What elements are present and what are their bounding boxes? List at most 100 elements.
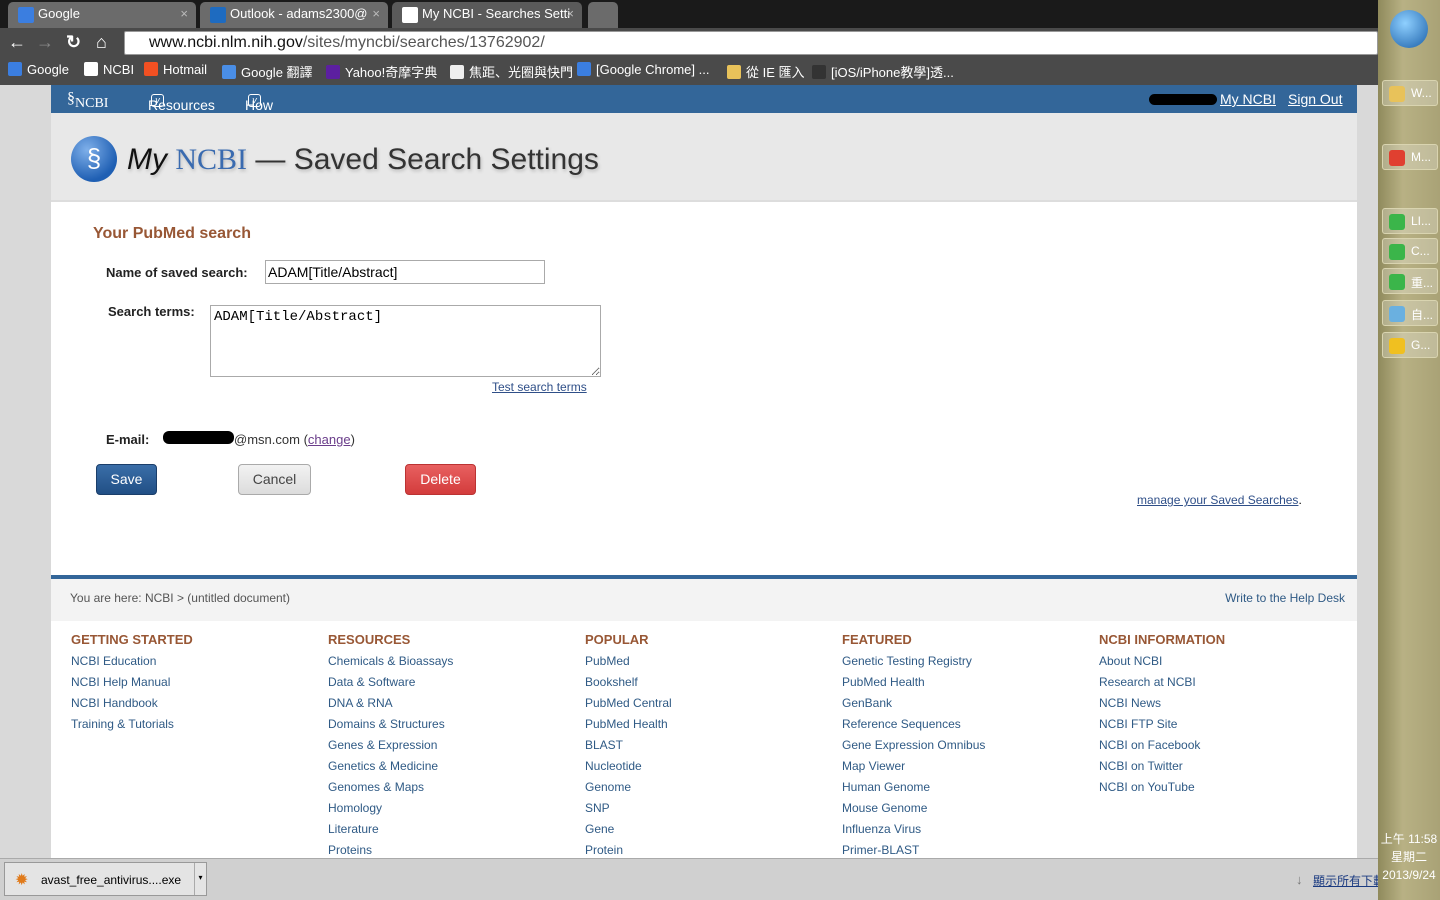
bookmark-item[interactable]: Google: [8, 62, 69, 77]
footer-link[interactable]: Genome: [585, 777, 672, 798]
close-icon[interactable]: ×: [566, 6, 574, 21]
footer-link[interactable]: NCBI Help Manual: [71, 672, 193, 693]
footer-link[interactable]: Chemicals & Bioassays: [328, 651, 453, 672]
footer-link[interactable]: GenBank: [842, 693, 985, 714]
clock[interactable]: 上午 11:58 星期二 2013/9/24: [1378, 830, 1440, 884]
footer-link[interactable]: Research at NCBI: [1099, 672, 1225, 693]
new-tab-button[interactable]: [588, 2, 618, 28]
close-icon[interactable]: ×: [180, 6, 188, 21]
footer-link[interactable]: Homology: [328, 798, 453, 819]
address-bar[interactable]: www.ncbi.nlm.nih.gov/sites/myncbi/search…: [124, 31, 1378, 55]
forward-icon[interactable]: →: [36, 32, 54, 53]
download-item[interactable]: ✹ avast_free_antivirus....exe ▾: [4, 862, 207, 896]
footer-link[interactable]: BLAST: [585, 735, 672, 756]
footer-link[interactable]: Genomes & Maps: [328, 777, 453, 798]
footer-link[interactable]: PubMed Health: [842, 672, 985, 693]
bookmark-icon: [222, 65, 236, 79]
delete-button[interactable]: Delete: [405, 464, 476, 495]
footer-link[interactable]: Gene Expression Omnibus: [842, 735, 985, 756]
footer-link[interactable]: Domains & Structures: [328, 714, 453, 735]
email-domain: @msn.com: [234, 432, 300, 447]
bookmark-label: Hotmail: [163, 62, 208, 77]
footer-link[interactable]: NCBI Handbook: [71, 693, 193, 714]
footer-link[interactable]: Influenza Virus: [842, 819, 985, 840]
footer-link[interactable]: Mouse Genome: [842, 798, 985, 819]
footer-link[interactable]: NCBI on YouTube: [1099, 777, 1225, 798]
close-icon[interactable]: ×: [372, 6, 380, 21]
show-all-downloads-link[interactable]: 顯示所有下載: [1313, 872, 1378, 889]
footer-link[interactable]: Map Viewer: [842, 756, 985, 777]
bookmark-icon: [8, 62, 22, 76]
home-icon[interactable]: ⌂: [96, 32, 107, 53]
ncbi-logo-text: NCBI: [75, 96, 109, 111]
bookmark-item[interactable]: Google 翻譯: [222, 62, 313, 81]
app-icon: [1389, 86, 1405, 102]
bookmark-item[interactable]: 從 IE 匯入: [727, 62, 805, 81]
test-search-terms-link[interactable]: Test search terms: [492, 380, 587, 394]
footer-link[interactable]: NCBI on Facebook: [1099, 735, 1225, 756]
save-button[interactable]: Save: [96, 464, 157, 495]
footer-link[interactable]: PubMed Health: [585, 714, 672, 735]
tab-google[interactable]: Google ×: [8, 2, 196, 28]
chevron-down-icon[interactable]: ▾: [194, 863, 206, 895]
footer-link[interactable]: PubMed: [585, 651, 672, 672]
footer-link[interactable]: Literature: [328, 819, 453, 840]
bookmark-item[interactable]: Hotmail: [144, 62, 207, 77]
footer-link[interactable]: Genetics & Medicine: [328, 756, 453, 777]
outlook-icon: [210, 7, 226, 23]
ncbi-page: § NCBI Resourcesv How Tov My NCBI Sign O…: [51, 85, 1357, 858]
tab-my-ncbi[interactable]: My NCBI - Searches Setti ×: [392, 2, 582, 28]
bookmark-item[interactable]: [Google Chrome] ...: [577, 62, 709, 77]
my-ncbi-link[interactable]: My NCBI: [1220, 91, 1276, 107]
search-terms-textarea[interactable]: ADAM[Title/Abstract]: [210, 305, 601, 377]
ncbi-home-link[interactable]: § NCBI: [67, 90, 108, 111]
name-input[interactable]: [265, 260, 545, 284]
footer-link[interactable]: About NCBI: [1099, 651, 1225, 672]
footer-link[interactable]: NCBI on Twitter: [1099, 756, 1225, 777]
taskbar-button[interactable]: 自...: [1382, 300, 1438, 326]
footer-column: POPULAR PubMed Bookshelf PubMed Central PubM…: [585, 632, 672, 861]
bookmark-item[interactable]: NCBI: [84, 62, 134, 77]
tab-outlook[interactable]: Outlook - adams2300@ ×: [200, 2, 388, 28]
cancel-button[interactable]: Cancel: [238, 464, 311, 495]
howto-menu[interactable]: How Tov: [245, 91, 273, 129]
footer-link[interactable]: PubMed Central: [585, 693, 672, 714]
footer-link[interactable]: Nucleotide: [585, 756, 672, 777]
start-button[interactable]: [1390, 10, 1428, 48]
manage-saved-searches-link[interactable]: manage your Saved Searches: [1137, 493, 1298, 507]
footer-link[interactable]: Training & Tutorials: [71, 714, 193, 735]
footer-link[interactable]: Genetic Testing Registry: [842, 651, 985, 672]
footer-link[interactable]: SNP: [585, 798, 672, 819]
footer-link[interactable]: Human Genome: [842, 777, 985, 798]
url-path: /sites/myncbi/searches/13762902/: [302, 34, 545, 51]
taskbar-label: W...: [1411, 86, 1432, 100]
footer-link[interactable]: NCBI Education: [71, 651, 193, 672]
back-icon[interactable]: ←: [8, 32, 26, 53]
ncbi-top-nav: § NCBI Resourcesv How Tov My NCBI Sign O…: [51, 85, 1357, 129]
taskbar-button[interactable]: C...: [1382, 238, 1438, 264]
sign-out-link[interactable]: Sign Out: [1288, 91, 1342, 107]
resources-menu[interactable]: Resources v: [148, 91, 215, 113]
taskbar-button[interactable]: 重...: [1382, 268, 1438, 294]
footer-link[interactable]: Reference Sequences: [842, 714, 985, 735]
bookmark-item[interactable]: [iOS/iPhone教學]透...: [812, 62, 954, 81]
manage-saved-searches: manage your Saved Searches.: [1137, 493, 1302, 507]
footer-link[interactable]: NCBI News: [1099, 693, 1225, 714]
footer-link[interactable]: Gene: [585, 819, 672, 840]
resources-label: Resources: [148, 97, 215, 113]
bookmark-item[interactable]: 焦距、光圈與快門: [450, 62, 573, 81]
footer-link[interactable]: Data & Software: [328, 672, 453, 693]
reload-icon[interactable]: ↻: [66, 32, 81, 53]
footer-link[interactable]: Bookshelf: [585, 672, 672, 693]
change-email-link[interactable]: change: [308, 432, 351, 447]
taskbar-button[interactable]: W...: [1382, 80, 1438, 106]
footer-link[interactable]: Genes & Expression: [328, 735, 453, 756]
help-desk-link[interactable]: Write to the Help Desk: [1225, 591, 1345, 605]
taskbar-button[interactable]: M...: [1382, 144, 1438, 170]
taskbar-button[interactable]: LI...: [1382, 208, 1438, 234]
taskbar-button[interactable]: G...: [1382, 332, 1438, 358]
footer-link[interactable]: NCBI FTP Site: [1099, 714, 1225, 735]
bookmark-item[interactable]: Yahoo!奇摩字典: [326, 62, 437, 81]
email-label: E-mail:: [106, 432, 150, 447]
footer-link[interactable]: DNA & RNA: [328, 693, 453, 714]
